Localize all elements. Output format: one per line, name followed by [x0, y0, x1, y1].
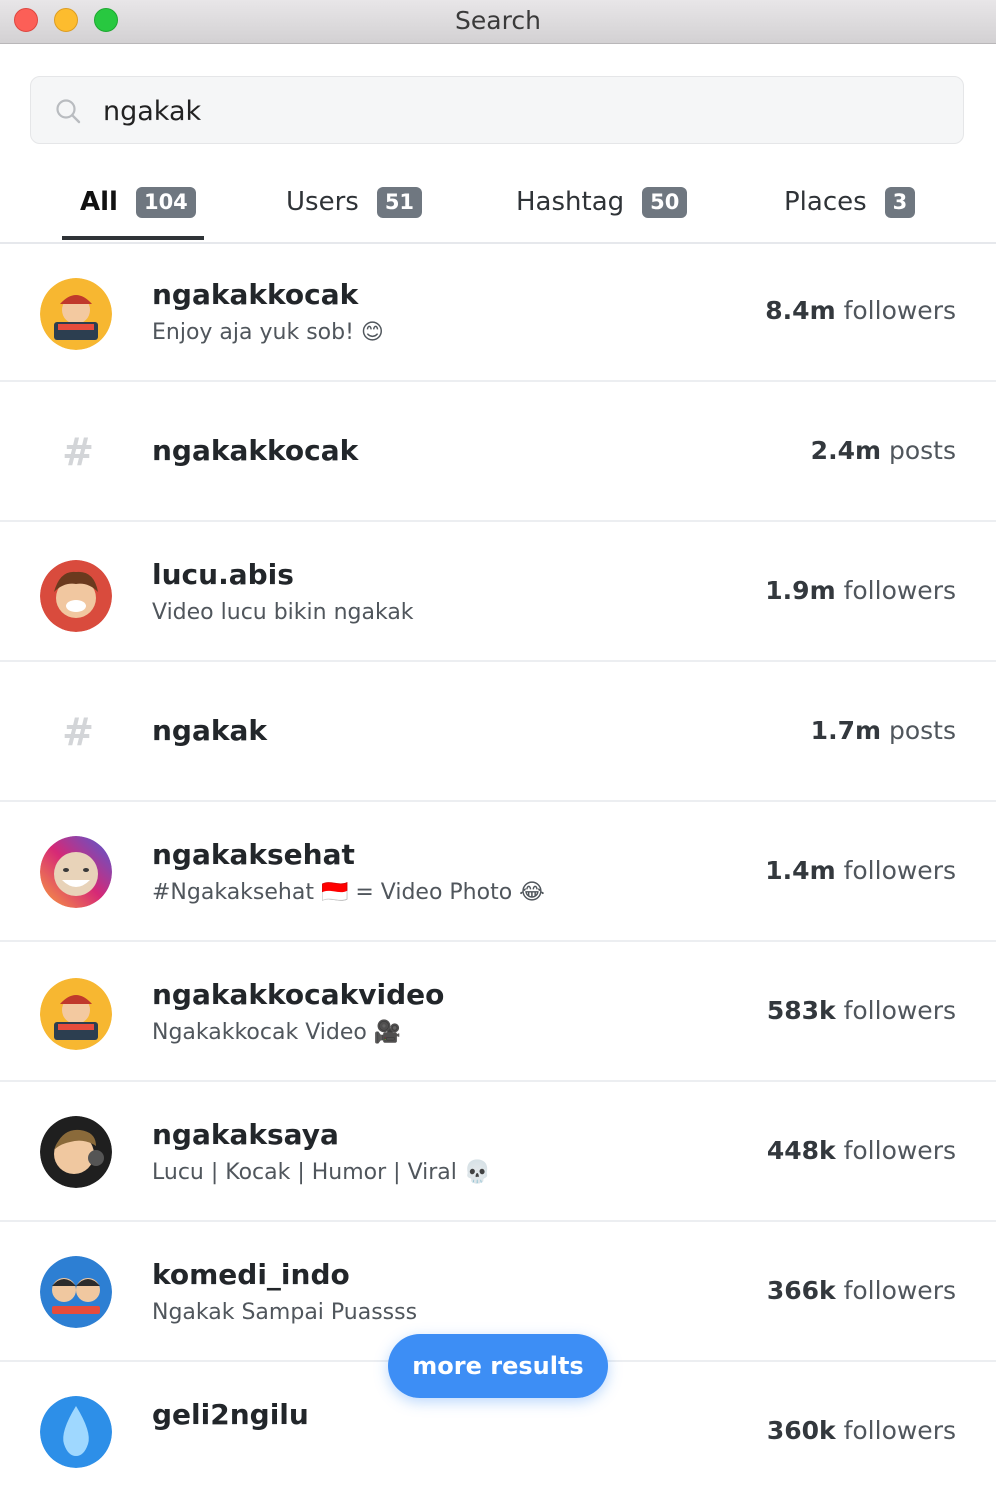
stat-value: 448k — [766, 1136, 836, 1165]
avatar — [40, 1256, 112, 1328]
window-titlebar: Search — [0, 0, 996, 44]
result-bio: Ngakakkocak Video 🎥 — [152, 1020, 402, 1045]
stat-value: 1.7m — [810, 716, 882, 745]
result-tabs: All 104 Users 51 Hashtag 50 Places 3 — [0, 160, 996, 244]
tab-count-badge: 104 — [135, 186, 196, 218]
stat-value: 8.4m — [765, 296, 836, 325]
result-name: ngakak — [152, 714, 268, 747]
stat-unit: followers — [843, 576, 956, 605]
result-name: ngakaksehat — [152, 838, 355, 871]
stat-unit: followers — [843, 1276, 956, 1305]
stat-value: 1.4m — [765, 856, 836, 885]
avatar — [40, 1396, 112, 1468]
tab-users[interactable]: Users 51 — [286, 182, 423, 222]
tab-count-badge: 51 — [376, 186, 423, 218]
active-tab-indicator — [62, 236, 204, 240]
result-bio: Video lucu bikin ngakak — [152, 600, 414, 625]
tab-label: Hashtag — [516, 187, 625, 217]
stat-unit: posts — [888, 436, 956, 465]
tab-label: Users — [286, 187, 359, 217]
stat-value: 1.9m — [765, 576, 836, 605]
avatar — [40, 1116, 112, 1188]
search-input[interactable] — [101, 87, 925, 135]
tab-all[interactable]: All 104 — [80, 182, 196, 222]
result-row-user[interactable]: ngakaksehat #Ngakaksehat 🇮🇩 = Video Phot… — [0, 802, 996, 942]
tab-count-badge: 50 — [642, 186, 688, 218]
result-name: ngakakkocak — [152, 278, 359, 311]
result-name: lucu.abis — [152, 558, 294, 591]
result-stat: 1.7m posts — [811, 716, 956, 745]
avatar — [40, 978, 112, 1050]
result-stat: 366k followers — [767, 1276, 956, 1305]
result-stat: 360k followers — [767, 1416, 956, 1445]
hashtag-icon: # — [62, 430, 94, 474]
tab-places[interactable]: Places 3 — [784, 182, 916, 222]
stat-unit: posts — [888, 716, 956, 745]
result-stat: 448k followers — [767, 1136, 956, 1165]
search-bar[interactable] — [30, 76, 964, 144]
stat-unit: followers — [843, 996, 956, 1025]
stat-value: 366k — [766, 1276, 836, 1305]
avatar — [40, 278, 112, 350]
search-icon — [56, 99, 81, 124]
avatar — [40, 560, 112, 632]
result-stat: 2.4m posts — [811, 436, 956, 465]
result-bio: Enjoy aja yuk sob! 😊 — [152, 320, 384, 345]
stat-value: 2.4m — [810, 436, 882, 465]
result-row-user[interactable]: ngakakkocakvideo Ngakakkocak Video 🎥 583… — [0, 942, 996, 1082]
result-name: ngakakkocakvideo — [152, 978, 445, 1011]
stat-unit: followers — [843, 1136, 956, 1165]
result-name: ngakakkocak — [152, 434, 359, 467]
stat-value: 360k — [766, 1416, 836, 1445]
hashtag-icon: # — [62, 710, 94, 754]
tab-label: All — [80, 187, 118, 217]
tab-count-badge: 3 — [884, 186, 916, 218]
result-stat: 1.4m followers — [765, 856, 956, 885]
result-bio: #Ngakaksehat 🇮🇩 = Video Photo 😂 — [152, 880, 545, 905]
stat-unit: followers — [843, 296, 956, 325]
result-stat: 1.9m followers — [765, 576, 956, 605]
result-stat: 583k followers — [767, 996, 956, 1025]
result-bio: Lucu | Kocak | Humor | Viral 💀 — [152, 1160, 492, 1185]
result-row-hashtag[interactable]: # ngakakkocak 2.4m posts — [0, 382, 996, 522]
tab-label: Places — [784, 187, 867, 217]
result-row-user[interactable]: ngakaksaya Lucu | Kocak | Humor | Viral … — [0, 1082, 996, 1222]
avatar — [40, 836, 112, 908]
window-title: Search — [455, 6, 541, 35]
result-row-user[interactable]: ngakakkocak Enjoy aja yuk sob! 😊 8.4m fo… — [0, 242, 996, 382]
result-stat: 8.4m followers — [765, 296, 956, 325]
more-results-button[interactable]: more results — [388, 1334, 608, 1398]
tab-hashtag[interactable]: Hashtag 50 — [516, 182, 688, 222]
result-name: geli2ngilu — [152, 1398, 309, 1431]
result-name: ngakaksaya — [152, 1118, 339, 1151]
stat-unit: followers — [843, 856, 956, 885]
stat-unit: followers — [843, 1416, 956, 1445]
result-name: komedi_indo — [152, 1258, 350, 1291]
result-row-user[interactable]: lucu.abis Video lucu bikin ngakak 1.9m f… — [0, 522, 996, 662]
result-row-hashtag[interactable]: # ngakak 1.7m posts — [0, 662, 996, 802]
stat-value: 583k — [766, 996, 836, 1025]
result-bio: Ngakak Sampai Puassss — [152, 1300, 418, 1325]
